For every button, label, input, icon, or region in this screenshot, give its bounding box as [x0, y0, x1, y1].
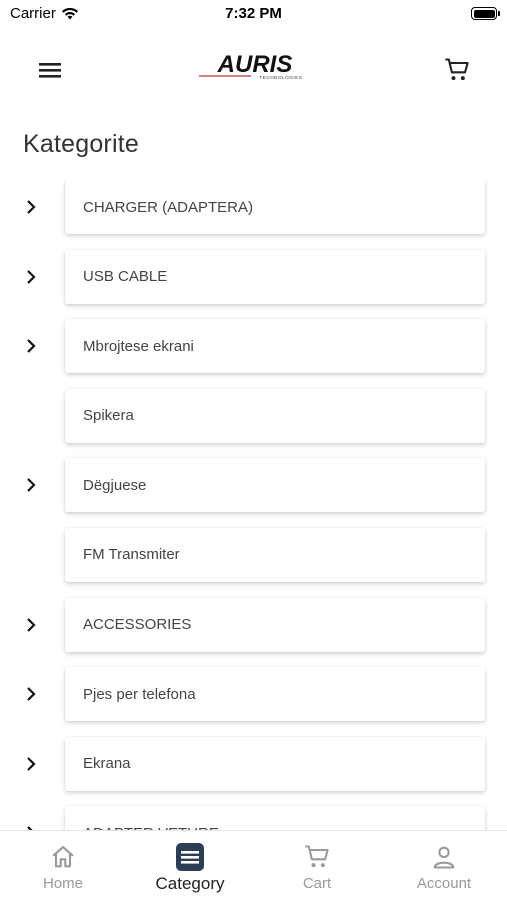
- brand-logo-text: AURIS: [217, 51, 293, 78]
- battery-icon: [471, 7, 500, 20]
- chevron-right-icon[interactable]: [22, 685, 40, 703]
- tab-cart-label: Cart: [302, 875, 332, 892]
- category-list[interactable]: CHARGER (ADAPTERA) USB CABLE Mbrojtese e…: [0, 180, 507, 830]
- chevron-right-icon[interactable]: [22, 337, 40, 355]
- chevron-right-icon[interactable]: [22, 198, 40, 216]
- category-row[interactable]: Pjes per telefona: [0, 667, 507, 737]
- brand-logo-subtext: TECHNOLOGIES: [260, 75, 303, 80]
- category-row[interactable]: Spikera: [0, 388, 507, 459]
- tab-home[interactable]: Home: [0, 831, 126, 901]
- chevron-right-icon[interactable]: [22, 616, 40, 634]
- chevron-right-icon[interactable]: [22, 755, 40, 773]
- category-row[interactable]: Ekrana: [0, 736, 507, 807]
- cart-icon[interactable]: [443, 56, 471, 84]
- tab-cart[interactable]: Cart: [254, 831, 380, 901]
- category-row[interactable]: FM Transmiter: [0, 527, 507, 598]
- hamburger-menu-icon[interactable]: [36, 58, 64, 82]
- tab-category-label: Category: [155, 874, 225, 893]
- category-icon: [176, 843, 204, 871]
- tab-home-label: Home: [42, 875, 83, 892]
- home-icon: [52, 846, 74, 868]
- category-card[interactable]: Dëgjuese: [65, 458, 485, 513]
- tab-category[interactable]: Category: [127, 831, 253, 901]
- category-card[interactable]: Pjes per telefona: [65, 667, 485, 722]
- account-icon: [433, 846, 455, 869]
- category-row[interactable]: ADAPTER VETURE: [0, 806, 507, 830]
- category-row[interactable]: Dëgjuese: [0, 458, 507, 528]
- category-row[interactable]: USB CABLE: [0, 249, 507, 320]
- app-header: AURIS TECHNOLOGIES: [0, 38, 507, 100]
- category-row[interactable]: Mbrojtese ekrani: [0, 319, 507, 389]
- chevron-right-icon[interactable]: [22, 476, 40, 494]
- bottom-tab-bar: Home Category Cart Account: [0, 830, 507, 901]
- brand-logo[interactable]: AURIS TECHNOLOGIES: [195, 50, 315, 84]
- category-card[interactable]: Spikera: [65, 388, 485, 443]
- status-bar: Carrier 7:32 PM: [0, 0, 507, 28]
- category-row[interactable]: CHARGER (ADAPTERA): [0, 180, 507, 250]
- category-card[interactable]: ADAPTER VETURE: [65, 806, 485, 830]
- category-card[interactable]: Mbrojtese ekrani: [65, 319, 485, 374]
- category-card[interactable]: USB CABLE: [65, 249, 485, 304]
- page-title: Kategorite: [23, 130, 139, 158]
- category-card[interactable]: CHARGER (ADAPTERA): [65, 180, 485, 234]
- chevron-right-icon[interactable]: [22, 268, 40, 286]
- category-row[interactable]: ACCESSORIES: [0, 597, 507, 668]
- tab-account-label: Account: [416, 875, 472, 892]
- tab-account[interactable]: Account: [381, 831, 507, 901]
- category-card[interactable]: Ekrana: [65, 736, 485, 791]
- category-card[interactable]: ACCESSORIES: [65, 597, 485, 652]
- cart-icon: [305, 845, 329, 868]
- category-card[interactable]: FM Transmiter: [65, 527, 485, 582]
- status-time: 7:32 PM: [225, 5, 282, 22]
